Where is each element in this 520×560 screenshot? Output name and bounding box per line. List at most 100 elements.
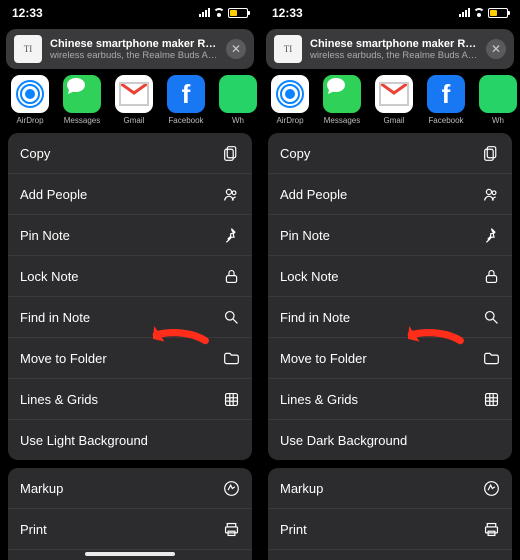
- share-app-facebook[interactable]: Facebook: [160, 75, 212, 125]
- cell-signal-icon: [199, 8, 210, 17]
- gmail-icon: [115, 75, 153, 113]
- action-label: Markup: [280, 481, 323, 496]
- action-label: Pin Note: [20, 228, 70, 243]
- airdrop-icon: [271, 75, 309, 113]
- action-row[interactable]: Lines & Grids: [8, 379, 252, 420]
- print-icon: [482, 520, 500, 538]
- actions-group-secondary: Markup Print Save Image Assign to Contac…: [268, 468, 512, 560]
- action-row[interactable]: Print: [268, 509, 512, 550]
- action-label: Lines & Grids: [20, 392, 98, 407]
- phone-right: 12:33 TI Chinese smartphone maker Realme…: [260, 0, 520, 560]
- share-app-label: Facebook: [428, 116, 463, 125]
- action-row[interactable]: Copy: [268, 133, 512, 174]
- action-label: Use Dark Background: [280, 433, 407, 448]
- cell-signal-icon: [459, 8, 470, 17]
- status-bar: 12:33: [0, 0, 260, 25]
- status-time: 12:33: [272, 6, 303, 20]
- actions-group-main: Copy Add People Pin Note Lock Note Find …: [8, 133, 252, 460]
- banner-title: Chinese smartphone maker Realme wi…: [310, 38, 478, 50]
- wa-icon: [479, 75, 517, 113]
- share-app-messages[interactable]: Messages: [56, 75, 108, 125]
- banner-subtitle: wireless earbuds, the Realme Buds Air, o…: [310, 50, 478, 61]
- action-row[interactable]: Add People: [8, 174, 252, 215]
- messages-icon: [323, 75, 361, 113]
- action-row[interactable]: Copy: [8, 133, 252, 174]
- status-bar: 12:33: [260, 0, 520, 25]
- home-indicator[interactable]: [85, 552, 175, 556]
- share-apps-row[interactable]: AirDrop Messages Gmail Facebook Wh: [260, 75, 520, 133]
- share-app-facebook[interactable]: Facebook: [420, 75, 472, 125]
- action-label: Copy: [20, 146, 50, 161]
- share-app-messages[interactable]: Messages: [316, 75, 368, 125]
- phone-left: 12:33 TI Chinese smartphone maker Realme…: [0, 0, 260, 560]
- share-app-label: Wh: [232, 116, 244, 125]
- lock-icon: [482, 267, 500, 285]
- action-label: Copy: [280, 146, 310, 161]
- folder-icon: [222, 349, 240, 367]
- action-label: Move to Folder: [20, 351, 107, 366]
- banner-title: Chinese smartphone maker Realme wi…: [50, 38, 218, 50]
- action-row-background[interactable]: Use Dark Background: [268, 420, 512, 460]
- action-label: Print: [20, 522, 47, 537]
- grid-icon: [222, 390, 240, 408]
- action-row[interactable]: Save Image: [268, 550, 512, 560]
- facebook-icon: [167, 75, 205, 113]
- action-row[interactable]: Print: [8, 509, 252, 550]
- action-label: Add People: [20, 187, 87, 202]
- banner-close-button[interactable]: ✕: [226, 39, 246, 59]
- banner-close-button[interactable]: ✕: [486, 39, 506, 59]
- action-label: Lines & Grids: [280, 392, 358, 407]
- action-row[interactable]: Lock Note: [8, 256, 252, 297]
- share-app-airdrop[interactable]: AirDrop: [4, 75, 56, 125]
- share-app-label: AirDrop: [276, 116, 303, 125]
- action-label: Print: [280, 522, 307, 537]
- folder-icon: [482, 349, 500, 367]
- lock-icon: [222, 267, 240, 285]
- share-apps-row[interactable]: AirDrop Messages Gmail Facebook Wh: [0, 75, 260, 133]
- action-label: Lock Note: [20, 269, 79, 284]
- actions-sheet[interactable]: Copy Add People Pin Note Lock Note Find …: [0, 133, 260, 560]
- action-row[interactable]: Pin Note: [8, 215, 252, 256]
- share-app-airdrop[interactable]: AirDrop: [264, 75, 316, 125]
- action-row[interactable]: Lock Note: [268, 256, 512, 297]
- action-row[interactable]: Pin Note: [268, 215, 512, 256]
- markup-icon: [222, 479, 240, 497]
- messages-icon: [63, 75, 101, 113]
- action-row[interactable]: Move to Folder: [268, 338, 512, 379]
- share-content-banner: TI Chinese smartphone maker Realme wi… w…: [266, 29, 514, 69]
- action-row[interactable]: Move to Folder: [8, 338, 252, 379]
- print-icon: [222, 520, 240, 538]
- copy-icon: [222, 144, 240, 162]
- action-label: Find in Note: [280, 310, 350, 325]
- share-app-label: Wh: [492, 116, 504, 125]
- share-app-wa[interactable]: Wh: [472, 75, 520, 125]
- share-app-label: Messages: [324, 116, 360, 125]
- action-row-background[interactable]: Use Light Background: [8, 420, 252, 460]
- banner-thumbnail: TI: [14, 35, 42, 63]
- share-content-banner: TI Chinese smartphone maker Realme wi… w…: [6, 29, 254, 69]
- share-app-gmail[interactable]: Gmail: [108, 75, 160, 125]
- action-row[interactable]: Add People: [268, 174, 512, 215]
- battery-icon: [228, 8, 248, 18]
- action-label: Lock Note: [280, 269, 339, 284]
- markup-icon: [482, 479, 500, 497]
- action-label: Find in Note: [20, 310, 90, 325]
- action-row[interactable]: Lines & Grids: [268, 379, 512, 420]
- actions-sheet[interactable]: Copy Add People Pin Note Lock Note Find …: [260, 133, 520, 560]
- grid-icon: [482, 390, 500, 408]
- search-icon: [222, 308, 240, 326]
- share-app-label: Gmail: [384, 116, 405, 125]
- battery-icon: [488, 8, 508, 18]
- share-app-gmail[interactable]: Gmail: [368, 75, 420, 125]
- airdrop-icon: [11, 75, 49, 113]
- people-icon: [482, 185, 500, 203]
- share-app-wa[interactable]: Wh: [212, 75, 260, 125]
- action-row[interactable]: Find in Note: [8, 297, 252, 338]
- copy-icon: [482, 144, 500, 162]
- action-row[interactable]: Find in Note: [268, 297, 512, 338]
- action-label: Move to Folder: [280, 351, 367, 366]
- actions-group-main: Copy Add People Pin Note Lock Note Find …: [268, 133, 512, 460]
- action-row[interactable]: Markup: [8, 468, 252, 509]
- banner-thumbnail: TI: [274, 35, 302, 63]
- action-row[interactable]: Markup: [268, 468, 512, 509]
